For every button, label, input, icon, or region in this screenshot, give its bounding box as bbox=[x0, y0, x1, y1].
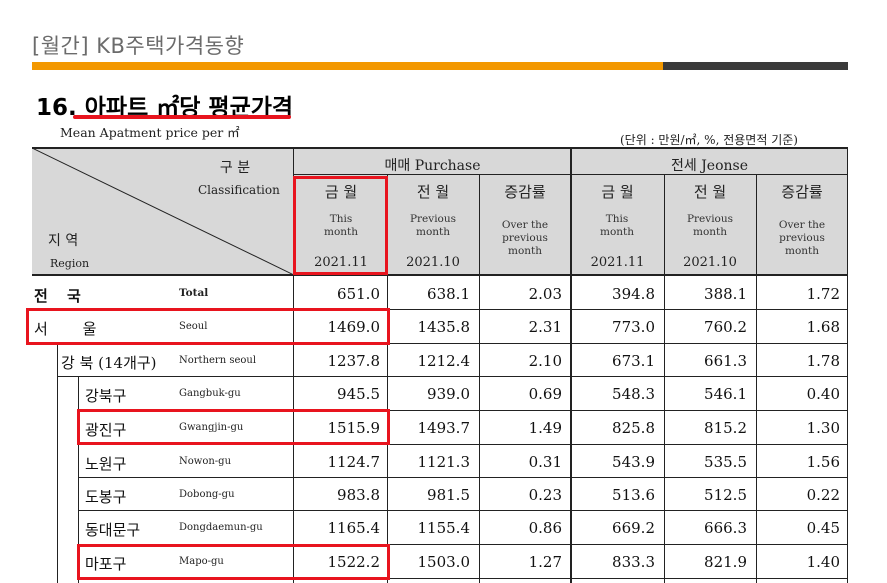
value-cell: 2.03 bbox=[528, 285, 562, 303]
value-cell: 939.0 bbox=[427, 385, 470, 403]
row-label-kr: 강 북 (14개구) bbox=[61, 354, 157, 372]
value-cell: 512.5 bbox=[704, 486, 747, 504]
row-label-en: Gangbuk-gu bbox=[179, 388, 241, 399]
value-cell: 815.2 bbox=[704, 419, 747, 437]
row-label-kr: 도봉구 bbox=[85, 488, 127, 506]
row-label-en: Total bbox=[179, 287, 209, 299]
value-cell: 1.68 bbox=[806, 318, 840, 336]
value-cell: 821.9 bbox=[704, 553, 747, 571]
row-divider bbox=[78, 510, 848, 511]
highlight-gwangjin-row bbox=[77, 409, 390, 445]
section-subtitle: Mean Apatment price per ㎡ bbox=[60, 125, 240, 140]
row-label-en: Dobong-gu bbox=[179, 489, 235, 500]
value-cell: 1.72 bbox=[806, 285, 840, 303]
value-cell: 0.69 bbox=[528, 385, 562, 403]
value-cell: 1212.4 bbox=[417, 352, 471, 370]
col-header-en: Over the previous month bbox=[501, 219, 549, 257]
value-cell: 388.1 bbox=[704, 285, 747, 303]
value-cell: 0.86 bbox=[528, 519, 562, 537]
value-cell: 651.0 bbox=[337, 285, 380, 303]
row-label-kr: 전 국 bbox=[34, 287, 81, 305]
value-cell: 1.49 bbox=[528, 419, 562, 437]
value-cell: 833.3 bbox=[612, 553, 655, 571]
table-top-border bbox=[32, 147, 848, 149]
value-cell: 661.3 bbox=[704, 352, 747, 370]
col-header-kr: 증감률 bbox=[781, 183, 823, 201]
value-cell: 825.8 bbox=[612, 419, 655, 437]
highlight-mapo-row bbox=[77, 544, 390, 580]
value-cell: 1121.3 bbox=[417, 453, 471, 471]
value-cell: 666.3 bbox=[704, 519, 747, 537]
value-cell: 760.2 bbox=[704, 318, 747, 336]
value-cell: 0.31 bbox=[528, 453, 562, 471]
value-cell: 945.5 bbox=[337, 385, 380, 403]
col-header-kr: 전 월 bbox=[416, 183, 450, 201]
col-header-kr: 증감률 bbox=[504, 183, 546, 201]
value-cell: 2.10 bbox=[528, 352, 562, 370]
value-cell: 638.1 bbox=[427, 285, 470, 303]
col-header-en: Previous month bbox=[409, 213, 457, 238]
indent-line bbox=[57, 343, 58, 583]
col-header-kr: 전 월 bbox=[693, 183, 727, 201]
region-label-kr: 지 역 bbox=[48, 233, 79, 249]
col-header-date: 2021.10 bbox=[406, 255, 460, 270]
row-label-kr: 동대문구 bbox=[85, 521, 141, 539]
group-header-purchase: 매매 Purchase bbox=[384, 158, 481, 174]
col-divider bbox=[847, 148, 848, 583]
row-label-en: Dongdaemun-gu bbox=[179, 522, 263, 533]
col-header-kr: 금 월 bbox=[601, 183, 634, 201]
row-label-kr: 노원구 bbox=[85, 455, 127, 473]
classification-label-en: Classification bbox=[198, 183, 280, 197]
value-cell: 1493.7 bbox=[417, 419, 471, 437]
value-cell: 1237.8 bbox=[327, 352, 381, 370]
value-cell: 981.5 bbox=[427, 486, 470, 504]
header-bar-orange bbox=[32, 62, 663, 70]
value-cell: 1.56 bbox=[806, 453, 840, 471]
value-cell: 543.9 bbox=[612, 453, 655, 471]
header-bottom-border bbox=[32, 274, 848, 276]
col-header-en: This month bbox=[599, 213, 635, 238]
value-cell: 1435.8 bbox=[417, 318, 471, 336]
value-cell: 1124.7 bbox=[327, 453, 381, 471]
section-title-red-underline bbox=[73, 115, 291, 119]
header-bar-dark bbox=[663, 62, 848, 70]
value-cell: 669.2 bbox=[612, 519, 655, 537]
value-cell: 2.31 bbox=[528, 318, 562, 336]
value-cell: 673.1 bbox=[612, 352, 655, 370]
value-cell: 1.27 bbox=[528, 553, 562, 571]
group-header-jeonse: 전세 Jeonse bbox=[670, 158, 749, 174]
col-header-en: Previous month bbox=[686, 213, 734, 238]
value-cell: 548.3 bbox=[612, 385, 655, 403]
value-cell: 1503.0 bbox=[417, 553, 471, 571]
value-cell: 983.8 bbox=[337, 486, 380, 504]
value-cell: 0.23 bbox=[528, 486, 562, 504]
row-divider bbox=[58, 376, 848, 377]
value-cell: 1155.4 bbox=[417, 519, 471, 537]
value-cell: 394.8 bbox=[612, 285, 655, 303]
row-label-kr: 강북구 bbox=[85, 387, 127, 405]
highlight-this-month-column-header bbox=[293, 176, 388, 275]
value-cell: 1.30 bbox=[806, 419, 840, 437]
col-header-en: Over the previous month bbox=[778, 219, 826, 257]
value-cell: 0.45 bbox=[806, 519, 840, 537]
value-cell: 0.22 bbox=[806, 486, 840, 504]
value-cell: 1165.4 bbox=[327, 519, 381, 537]
col-header-date: 2021.10 bbox=[683, 255, 737, 270]
value-cell: 773.0 bbox=[612, 318, 655, 336]
col-header-date: 2021.11 bbox=[590, 255, 645, 270]
classification-label-kr: 구 분 bbox=[219, 160, 251, 176]
value-cell: 1.40 bbox=[806, 553, 840, 571]
value-cell: 546.1 bbox=[704, 385, 747, 403]
value-cell: 1.78 bbox=[806, 352, 840, 370]
unit-note: (단위 : 만원/㎡, %, 전용면적 기준) bbox=[620, 133, 798, 147]
report-title: [월간] KB주택가격동향 bbox=[32, 34, 245, 58]
row-divider bbox=[78, 477, 848, 478]
highlight-seoul-row bbox=[26, 308, 390, 345]
value-cell: 0.40 bbox=[806, 385, 840, 403]
region-label-en: Region bbox=[50, 257, 90, 270]
row-label-en: Northern seoul bbox=[179, 355, 257, 366]
row-label-en: Nowon-gu bbox=[179, 456, 232, 467]
value-cell: 513.6 bbox=[612, 486, 655, 504]
value-cell: 535.5 bbox=[704, 453, 747, 471]
